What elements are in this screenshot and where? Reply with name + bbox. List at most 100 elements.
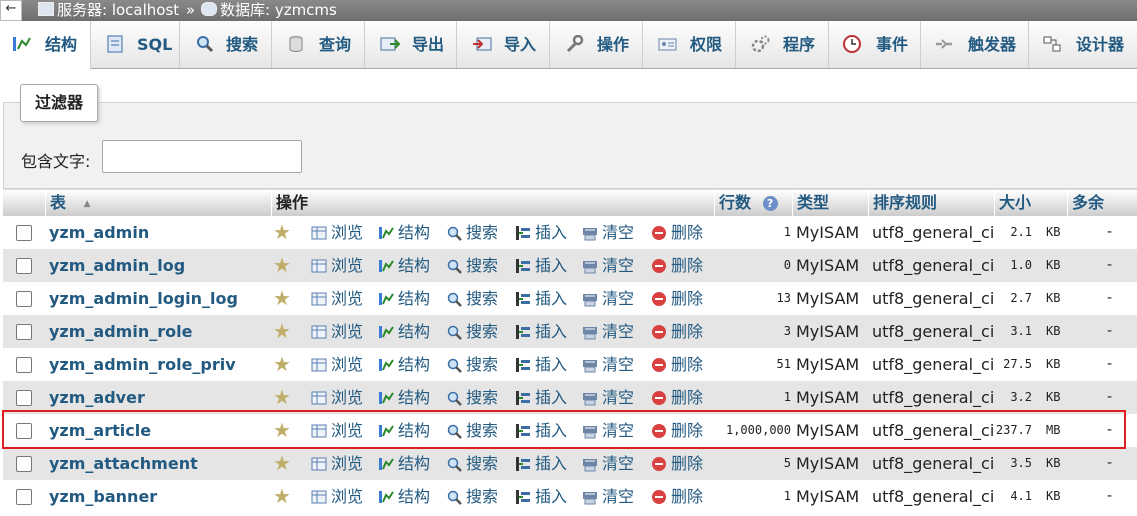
insert-action[interactable]: 插入	[515, 282, 567, 315]
tab-query[interactable]: 查询	[271, 21, 365, 68]
header-table[interactable]: 表 ▲	[45, 190, 271, 216]
insert-action[interactable]: 插入	[515, 447, 567, 480]
insert-action[interactable]: 插入	[515, 315, 567, 348]
favorite-star-icon[interactable]: ★	[273, 321, 291, 341]
size-value[interactable]: 3.5	[1010, 447, 1032, 480]
size-value[interactable]: 2.7	[1010, 282, 1032, 315]
favorite-star-icon[interactable]: ★	[273, 453, 291, 473]
empty-action[interactable]: 清空	[582, 216, 634, 249]
table-name-link[interactable]: yzm_admin_login_log	[49, 282, 238, 315]
tab-privileges[interactable]: 权限	[642, 21, 736, 68]
size-value[interactable]: 2.1	[1010, 216, 1032, 249]
table-name-link[interactable]: yzm_banner	[49, 480, 157, 513]
search-action[interactable]: 搜索	[446, 348, 498, 381]
tab-operations[interactable]: 操作	[549, 21, 643, 68]
tab-events[interactable]: 事件	[828, 21, 921, 68]
header-overhead[interactable]: 多余	[1067, 190, 1137, 216]
browse-action[interactable]: 浏览	[311, 249, 363, 282]
empty-action[interactable]: 清空	[582, 447, 634, 480]
drop-action[interactable]: 删除	[651, 348, 703, 381]
header-rows[interactable]: 行数 ?	[714, 190, 792, 216]
browse-action[interactable]: 浏览	[311, 315, 363, 348]
structure-action[interactable]: 结构	[378, 480, 430, 513]
size-value[interactable]: 4.1	[1010, 480, 1032, 513]
drop-action[interactable]: 删除	[651, 282, 703, 315]
structure-action[interactable]: 结构	[378, 249, 430, 282]
row-count: 1	[783, 489, 791, 503]
browse-action[interactable]: 浏览	[311, 282, 363, 315]
favorite-star-icon[interactable]: ★	[273, 255, 291, 275]
structure-action[interactable]: 结构	[378, 315, 430, 348]
breadcrumb-database[interactable]: 数据库: yzmcms	[201, 0, 337, 21]
row-checkbox[interactable]	[16, 357, 32, 373]
search-action[interactable]: 搜索	[446, 447, 498, 480]
table-name-link[interactable]: yzm_admin	[49, 216, 149, 249]
header-size[interactable]: 大小	[994, 190, 1067, 216]
back-arrow-icon[interactable]: ←	[0, 0, 22, 21]
search-icon	[197, 36, 214, 53]
drop-action[interactable]: 删除	[651, 447, 703, 480]
tab-routines[interactable]: 程序	[735, 21, 829, 68]
favorite-star-icon[interactable]: ★	[273, 387, 291, 407]
empty-action[interactable]: 清空	[582, 480, 634, 513]
browse-action[interactable]: 浏览	[311, 216, 363, 249]
browse-action[interactable]: 浏览	[311, 447, 363, 480]
help-icon[interactable]: ?	[762, 196, 778, 211]
insert-action[interactable]: 插入	[515, 216, 567, 249]
drop-action[interactable]: 删除	[651, 216, 703, 249]
row-checkbox[interactable]	[16, 225, 32, 241]
tab-export[interactable]: 导出	[364, 21, 457, 68]
row-checkbox[interactable]	[16, 390, 32, 406]
favorite-star-icon[interactable]: ★	[273, 288, 291, 308]
search-action[interactable]: 搜索	[446, 249, 498, 282]
favorite-star-icon[interactable]: ★	[273, 222, 291, 242]
browse-action[interactable]: 浏览	[311, 348, 363, 381]
breadcrumb-server[interactable]: 服务器: localhost	[38, 0, 179, 21]
insert-icon	[515, 351, 531, 372]
empty-action[interactable]: 清空	[582, 249, 634, 282]
empty-action[interactable]: 清空	[582, 348, 634, 381]
structure-action[interactable]: 结构	[378, 348, 430, 381]
table-name-link[interactable]: yzm_attachment	[49, 447, 198, 480]
insert-action[interactable]: 插入	[515, 348, 567, 381]
drop-action[interactable]: 删除	[651, 315, 703, 348]
favorite-star-icon[interactable]: ★	[273, 354, 291, 374]
insert-action[interactable]: 插入	[515, 480, 567, 513]
search-action[interactable]: 搜索	[446, 216, 498, 249]
size-value[interactable]: 1.0	[1010, 249, 1032, 282]
tab-sql[interactable]: SQL	[90, 21, 180, 68]
collation: utf8_general_ci	[872, 223, 995, 242]
table-name-link[interactable]: yzm_admin_log	[49, 249, 185, 282]
search-action[interactable]: 搜索	[446, 315, 498, 348]
structure-action[interactable]: 结构	[378, 216, 430, 249]
tab-designer[interactable]: 设计器	[1028, 21, 1137, 68]
empty-action[interactable]: 清空	[582, 282, 634, 315]
row-checkbox[interactable]	[16, 489, 32, 505]
insert-action[interactable]: 插入	[515, 249, 567, 282]
row-checkbox[interactable]	[16, 258, 32, 274]
structure-action[interactable]: 结构	[378, 282, 430, 315]
size-value[interactable]: 3.1	[1010, 315, 1032, 348]
header-type[interactable]: 类型	[792, 190, 868, 216]
header-collation[interactable]: 排序规则	[868, 190, 994, 216]
table-name-link[interactable]: yzm_admin_role_priv	[49, 348, 236, 381]
tab-triggers[interactable]: 触发器	[920, 21, 1029, 68]
filter-input[interactable]	[102, 140, 302, 173]
size-value[interactable]: 27.5	[1003, 348, 1032, 381]
tab-structure[interactable]: 结构	[0, 21, 91, 70]
browse-action[interactable]: 浏览	[311, 480, 363, 513]
search-action[interactable]: 搜索	[446, 282, 498, 315]
structure-action[interactable]: 结构	[378, 447, 430, 480]
drop-action[interactable]: 删除	[651, 480, 703, 513]
favorite-star-icon[interactable]: ★	[273, 486, 291, 506]
row-checkbox[interactable]	[16, 456, 32, 472]
drop-action[interactable]: 删除	[651, 249, 703, 282]
tab-search[interactable]: 搜索	[179, 21, 272, 68]
row-checkbox[interactable]	[16, 324, 32, 340]
overhead-value: -	[1107, 455, 1113, 471]
tab-import[interactable]: 导入	[456, 21, 550, 68]
row-checkbox[interactable]	[16, 291, 32, 307]
search-action[interactable]: 搜索	[446, 480, 498, 513]
table-name-link[interactable]: yzm_admin_role	[49, 315, 192, 348]
empty-action[interactable]: 清空	[582, 315, 634, 348]
